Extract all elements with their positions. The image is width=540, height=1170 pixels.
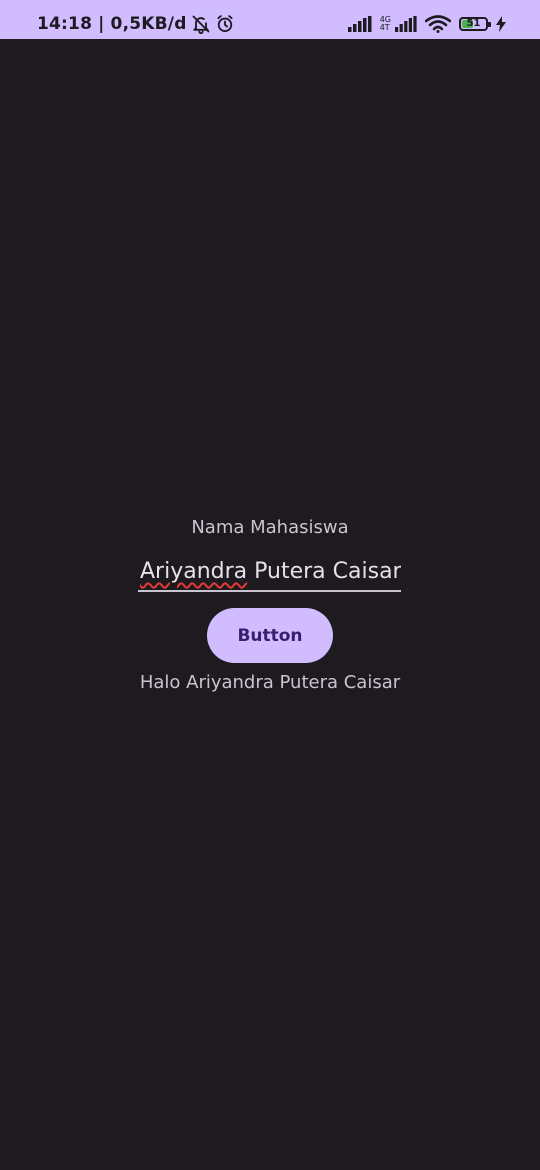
signal-icon <box>395 15 417 32</box>
clock-time: 14:18 <box>37 13 93 34</box>
submit-button[interactable]: Button <box>207 608 333 663</box>
bell-off-icon <box>191 14 211 34</box>
status-bar: 14:18 | 0,5KB/d 4G 4T 51 <box>0 0 540 39</box>
battery-icon: 51 <box>459 16 491 31</box>
status-right: 4G 4T 51 <box>347 0 506 47</box>
alarm-icon <box>215 14 235 34</box>
status-left: 14:18 | 0,5KB/d <box>37 0 235 47</box>
name-input[interactable]: Ariyandra Putera Caisar <box>138 556 401 592</box>
network-type-label: 4G 4T <box>379 15 391 32</box>
field-label: Nama Mahasiswa <box>191 517 349 538</box>
input-text-rest: Putera Caisar <box>247 559 401 584</box>
greeting-text: Halo Ariyandra Putera Caisar <box>139 672 401 693</box>
status-separator: | <box>98 13 105 34</box>
signal-icon <box>347 15 372 32</box>
wifi-icon <box>425 14 451 33</box>
input-text-first-word: Ariyandra <box>140 559 248 584</box>
network-type-bottom: 4T <box>379 22 390 32</box>
charging-icon <box>496 15 506 32</box>
network-speed: 0,5KB/d <box>110 13 187 34</box>
battery-percent: 51 <box>466 18 481 29</box>
